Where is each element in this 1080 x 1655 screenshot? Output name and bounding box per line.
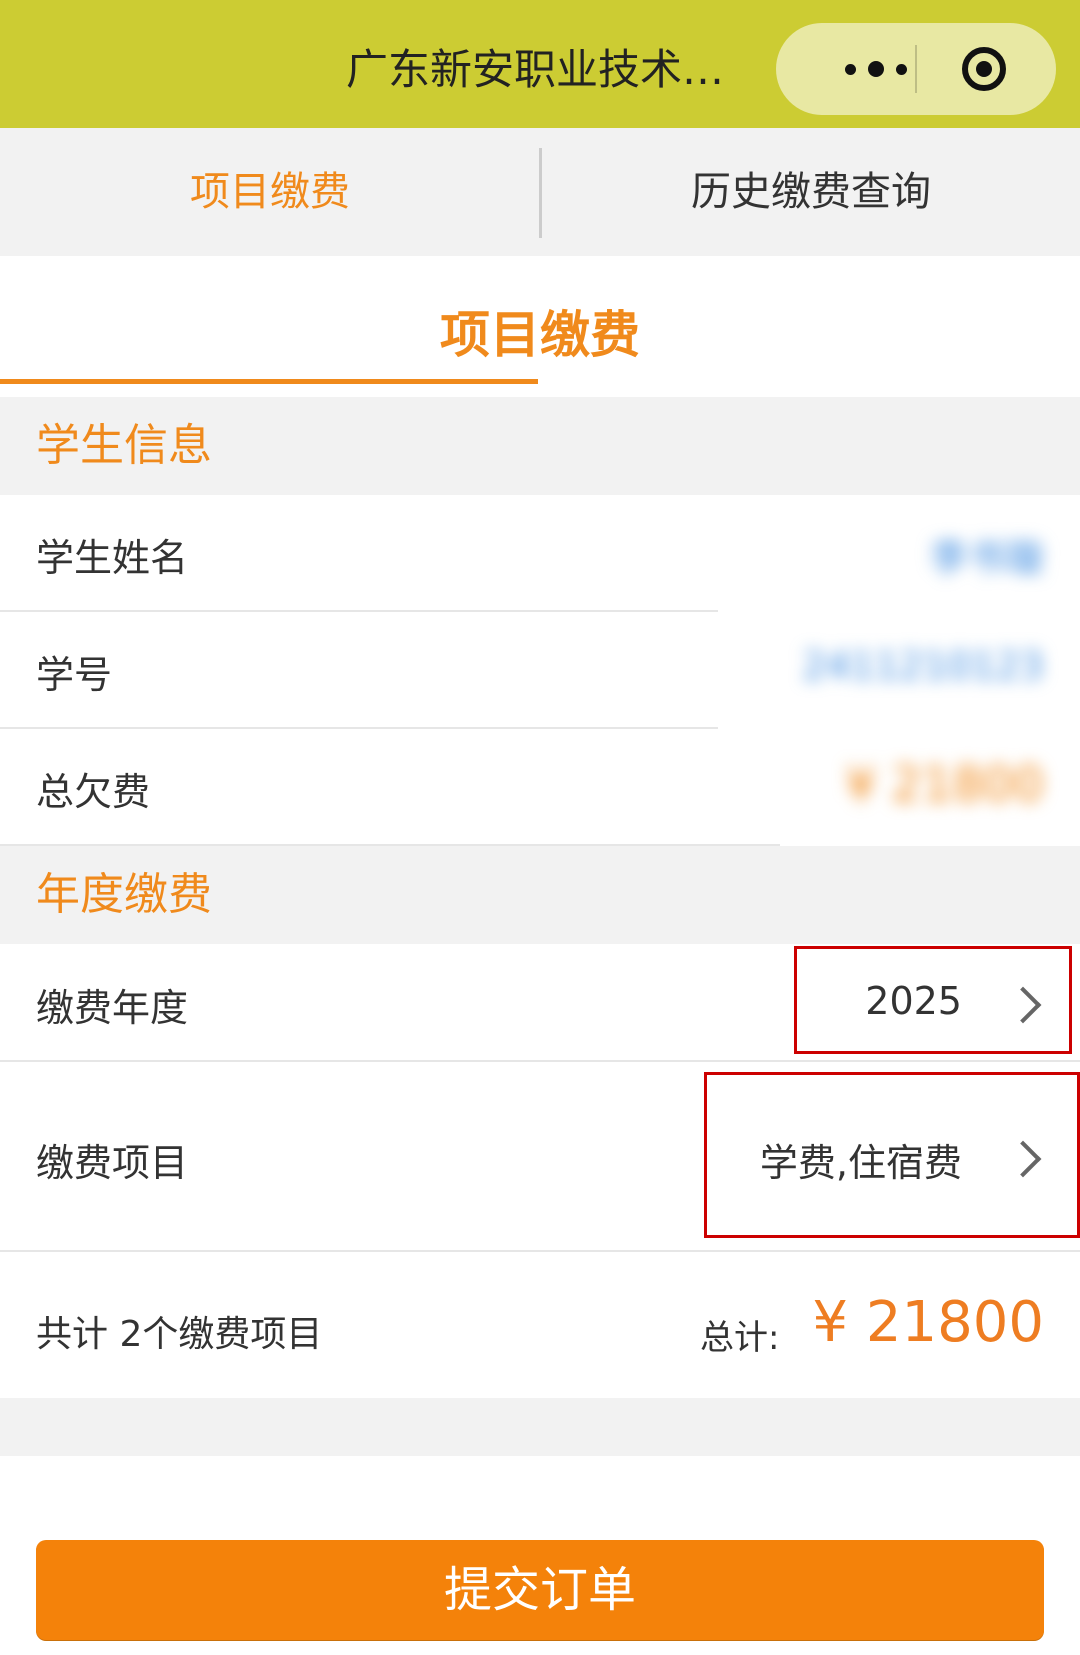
mini-program-capsule [776, 23, 1056, 115]
payment-items-label: 缴费项目 [36, 1141, 189, 1185]
tab-project-payment[interactable]: 项目缴费 [0, 128, 540, 256]
tab-history-query[interactable]: 历史缴费查询 [542, 128, 1080, 256]
student-name-value: 李书璇 [929, 536, 1044, 580]
payment-year-label: 缴费年度 [36, 986, 189, 1030]
total-arrears-row: 总欠费 ¥ 21800 [0, 729, 1080, 846]
highlight-box [794, 946, 1072, 1054]
capsule-divider [915, 45, 917, 93]
student-name-row: 学生姓名 李书璇 [0, 495, 1080, 612]
student-id-row: 学号 2411210123 [0, 612, 1080, 729]
target-close-icon[interactable] [962, 47, 1006, 91]
more-dots-icon[interactable] [816, 23, 936, 115]
total-amount: ¥ 21800 [812, 1290, 1044, 1355]
section-title: 学生信息 [36, 420, 212, 471]
tab-bar: 项目缴费 历史缴费查询 [0, 128, 1080, 384]
section-title: 年度缴费 [36, 869, 212, 920]
student-id-label: 学号 [36, 653, 113, 697]
spacer-band [0, 1398, 1080, 1456]
annual-payment-header: 年度缴费 [0, 846, 1080, 944]
highlight-box [704, 1072, 1080, 1238]
total-label: 总计: [700, 1318, 780, 1358]
student-id-value: 2411210123 [802, 644, 1044, 688]
page-title: 项目缴费 [440, 306, 640, 364]
student-info-header: 学生信息 [0, 397, 1080, 495]
submit-order-button[interactable]: 提交订单 [36, 1540, 1044, 1640]
student-name-label: 学生姓名 [36, 536, 189, 580]
total-arrears-label: 总欠费 [36, 770, 151, 814]
total-arrears-value: ¥ 21800 [845, 757, 1045, 813]
row-divider [0, 1250, 1080, 1252]
item-count-text: 共计 2个缴费项目 [36, 1314, 323, 1355]
app-title: 广东新安职业技术… [346, 45, 725, 94]
top-navigation-bar: 广东新安职业技术… [0, 0, 1080, 128]
